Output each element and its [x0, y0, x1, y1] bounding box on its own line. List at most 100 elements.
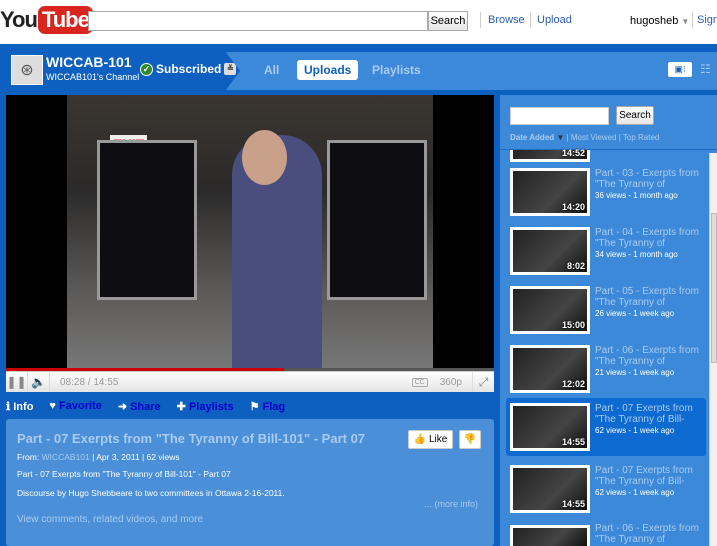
uploads-sidebar: Search Date Added ▼ | Most Viewed | Top …	[500, 95, 717, 546]
volume-icon[interactable]: 🔈	[28, 372, 50, 392]
video-meta: From: WICCAB101 | Apr 3, 2011 | 62 views	[17, 452, 180, 462]
sort-most-viewed[interactable]: Most Viewed	[571, 133, 617, 142]
duration: 14:20	[561, 202, 585, 212]
item-title[interactable]: Part - 05 - Exerpts from "The Tyranny of	[595, 286, 705, 308]
divider	[692, 12, 693, 28]
subscribed-label: Subscribed	[156, 62, 222, 76]
video-player[interactable]: EXIT	[6, 95, 494, 368]
flag-label: Flag	[262, 400, 286, 413]
channel-name[interactable]: WICCAB-101	[46, 54, 132, 70]
video-thumbnail[interactable]	[510, 525, 590, 546]
cc-button[interactable]: CC	[411, 377, 428, 387]
list-item[interactable]: 14:55 Part - 07 Exerpts from "The Tyrann…	[506, 460, 706, 518]
video-thumbnail[interactable]: 12:02	[510, 345, 590, 393]
logo-you: You	[0, 7, 38, 32]
share-button[interactable]: ➜ Share	[118, 400, 161, 413]
description-line-2: Discourse by Hugo Shebbeare to two commi…	[17, 488, 285, 498]
window	[327, 140, 427, 300]
list-item[interactable]: 12:02 Part - 06 - Exerpts from "The Tyra…	[506, 340, 706, 398]
search-input[interactable]	[88, 11, 428, 31]
fullscreen-icon[interactable]: ⤢	[472, 372, 494, 392]
description-line-1: Part - 07 Exerpts from "The Tyranny of B…	[17, 469, 231, 479]
dislike-button[interactable]: 👎	[459, 430, 481, 449]
tab-playlists[interactable]: Playlists	[365, 60, 428, 80]
upload-link[interactable]: Upload	[537, 14, 572, 26]
list-item[interactable]: 8:02 Part - 04 - Exerpts from "The Tyran…	[506, 222, 706, 280]
item-views: 62 views - 1 week ago	[595, 426, 675, 435]
list-item[interactable]: 14:52	[506, 149, 706, 162]
quality-button[interactable]: 360p	[440, 377, 462, 388]
item-title[interactable]: Part - 06 - Exerpts from "The Tyranny of	[595, 345, 705, 367]
video-frame[interactable]: EXIT	[67, 95, 433, 368]
playlists-button[interactable]: ✚ Playlists	[177, 400, 234, 413]
scrollbar-thumb[interactable]	[711, 213, 717, 363]
item-title[interactable]: Part - 07 Exerpts from "The Tyranny of B…	[595, 465, 705, 487]
list-item[interactable]: Part - 06 - Exerpts from "The Tyranny of	[506, 520, 706, 546]
browse-link[interactable]: Browse	[488, 14, 525, 26]
list-item[interactable]: 15:00 Part - 05 - Exerpts from "The Tyra…	[506, 281, 706, 339]
sign-out-link[interactable]: Sign	[697, 14, 717, 26]
flag-button[interactable]: ⚑ Flag	[250, 400, 286, 413]
pause-icon[interactable]: ❚❚	[6, 372, 28, 392]
duration: 14:55	[561, 499, 585, 509]
action-bar: ℹ Info ♥ Favorite ➜ Share ✚ Playlists ⚑ …	[6, 396, 285, 416]
channel-search-input[interactable]	[510, 107, 609, 125]
logo-tube: Tube	[37, 6, 93, 34]
item-views: 36 views - 1 month ago	[595, 191, 678, 200]
arrow-icon: ➜	[117, 400, 128, 413]
list-item[interactable]: 14:55 Part - 07 Exerpts from "The Tyrann…	[506, 398, 706, 456]
tab-uploads[interactable]: Uploads	[297, 60, 359, 80]
like-button[interactable]: 👍 Like	[408, 430, 453, 449]
video-thumbnail[interactable]: 15:00	[510, 286, 590, 334]
like-label: Like	[428, 434, 448, 445]
favorite-label: Favorite	[59, 400, 102, 412]
divider	[480, 12, 481, 28]
sort-options: Date Added ▼ | Most Viewed | Top Rated	[510, 133, 660, 142]
user-menu[interactable]: hugosheb ▼	[630, 15, 689, 27]
duration: 15:00	[561, 320, 585, 330]
item-title[interactable]: Part - 07 Exerpts from "The Tyranny of B…	[595, 403, 705, 425]
search-button[interactable]: Search	[428, 11, 468, 31]
player-controls: ❚❚ 🔈 08:28 / 14:55 CC 360p ⤢	[6, 371, 494, 392]
grid-view-icon[interactable]: ☷	[700, 62, 711, 76]
duration: 12:02	[561, 379, 585, 389]
item-title[interactable]: Part - 03 - Exerpts from "The Tyranny of	[595, 168, 705, 190]
more-info-link[interactable]: ... (more info)	[424, 499, 478, 509]
chevron-down-icon: ▼	[681, 17, 690, 26]
info-tab[interactable]: ℹ Info	[6, 400, 33, 413]
tab-all[interactable]: All	[257, 60, 286, 80]
check-icon: ✓	[140, 62, 153, 76]
dropdown-icon[interactable]: ≚	[224, 63, 237, 75]
youtube-logo[interactable]: You Tube	[0, 5, 93, 35]
video-thumbnail[interactable]: 14:55	[510, 403, 590, 451]
channel-avatar[interactable]: ⊛	[11, 55, 43, 85]
scrollbar[interactable]	[709, 153, 717, 546]
heart-icon: ♥	[49, 400, 56, 412]
item-views: 34 views - 1 month ago	[595, 250, 678, 259]
player-view-icon[interactable]: ▣⁝	[668, 62, 692, 77]
list-item[interactable]: 14:20 Part - 03 - Exerpts from "The Tyra…	[506, 163, 706, 221]
item-views: 62 views - 1 week ago	[595, 488, 675, 497]
sort-top-rated[interactable]: Top Rated	[623, 133, 659, 142]
channel-link[interactable]: WICCAB101	[42, 452, 90, 462]
sort-date-added[interactable]: Date Added	[510, 133, 554, 142]
favorite-button[interactable]: ♥ Favorite	[49, 400, 101, 412]
item-views: 26 views - 1 week ago	[595, 309, 675, 318]
item-title[interactable]: Part - 06 - Exerpts from "The Tyranny of	[595, 523, 705, 545]
video-thumbnail[interactable]: 14:55	[510, 465, 590, 513]
top-bar: You Tube Search Browse Upload hugosheb ▼ …	[0, 0, 717, 44]
video-thumbnail[interactable]: 14:52	[510, 149, 590, 162]
item-title[interactable]: Part - 04 - Exerpts from "The Tyranny of	[595, 227, 705, 249]
view-comments-link[interactable]: View comments, related videos, and more	[17, 514, 203, 525]
subscribed-button[interactable]: ✓ Subscribed ≚	[140, 62, 237, 76]
plus-icon: ✚	[176, 400, 186, 413]
username: hugosheb	[630, 15, 679, 27]
window	[97, 140, 197, 300]
thumbs-up-icon: 👍	[413, 434, 427, 445]
video-thumbnail[interactable]: 14:20	[510, 168, 590, 216]
channel-search-button[interactable]: Search	[616, 106, 654, 125]
video-thumbnail[interactable]: 8:02	[510, 227, 590, 275]
caret-down-icon: ▼	[556, 133, 565, 142]
channel-info: ⊛ WICCAB-101 WICCAB101's Channel ✓ Subscr…	[4, 52, 240, 90]
playlists-label: Playlists	[188, 400, 234, 413]
